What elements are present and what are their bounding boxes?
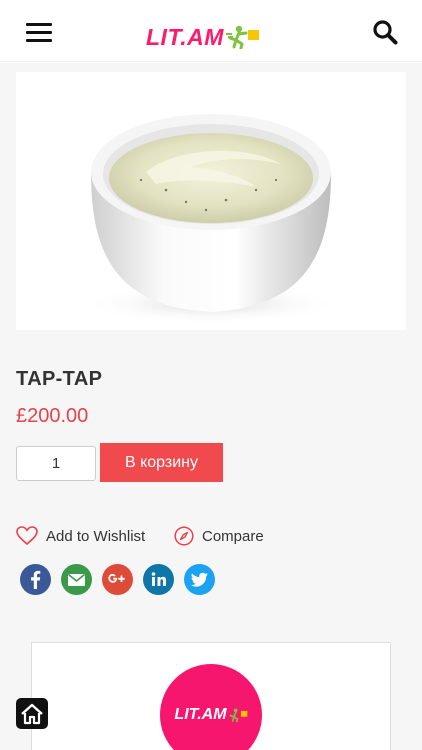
linkedin-icon[interactable]: [143, 564, 174, 595]
product-image[interactable]: [16, 72, 406, 330]
add-to-cart-button[interactable]: В корзину: [100, 443, 223, 482]
email-icon[interactable]: [61, 564, 92, 595]
hamburger-menu-icon[interactable]: [26, 22, 52, 44]
home-icon[interactable]: [16, 698, 48, 729]
brand-logo-circle: LIT.AM: [160, 664, 262, 750]
heart-icon: [16, 526, 38, 546]
twitter-icon[interactable]: [184, 564, 215, 595]
courier-logo-icon: [229, 708, 247, 722]
product-price: £200.00: [16, 405, 89, 427]
google-plus-icon[interactable]: [102, 564, 133, 595]
site-logo[interactable]: LIT.AM: [146, 23, 278, 51]
compare-label: Compare: [202, 527, 264, 545]
add-to-wishlist-link[interactable]: Add to Wishlist: [16, 525, 145, 547]
compass-icon: [174, 526, 194, 546]
courier-logo-icon: [225, 25, 259, 49]
brand-card[interactable]: LIT.AM: [31, 642, 391, 750]
facebook-icon[interactable]: [20, 564, 51, 595]
quantity-input[interactable]: [16, 446, 96, 481]
compare-link[interactable]: Compare: [174, 525, 264, 547]
app-header: LIT.AM: [0, 0, 422, 62]
wishlist-label: Add to Wishlist: [46, 527, 146, 545]
search-icon[interactable]: [372, 19, 398, 45]
logo-text: LIT.AM: [146, 23, 224, 50]
product-title: ТАР-ТАР: [16, 368, 103, 390]
brand-logo-text: LIT.AM: [174, 706, 227, 723]
